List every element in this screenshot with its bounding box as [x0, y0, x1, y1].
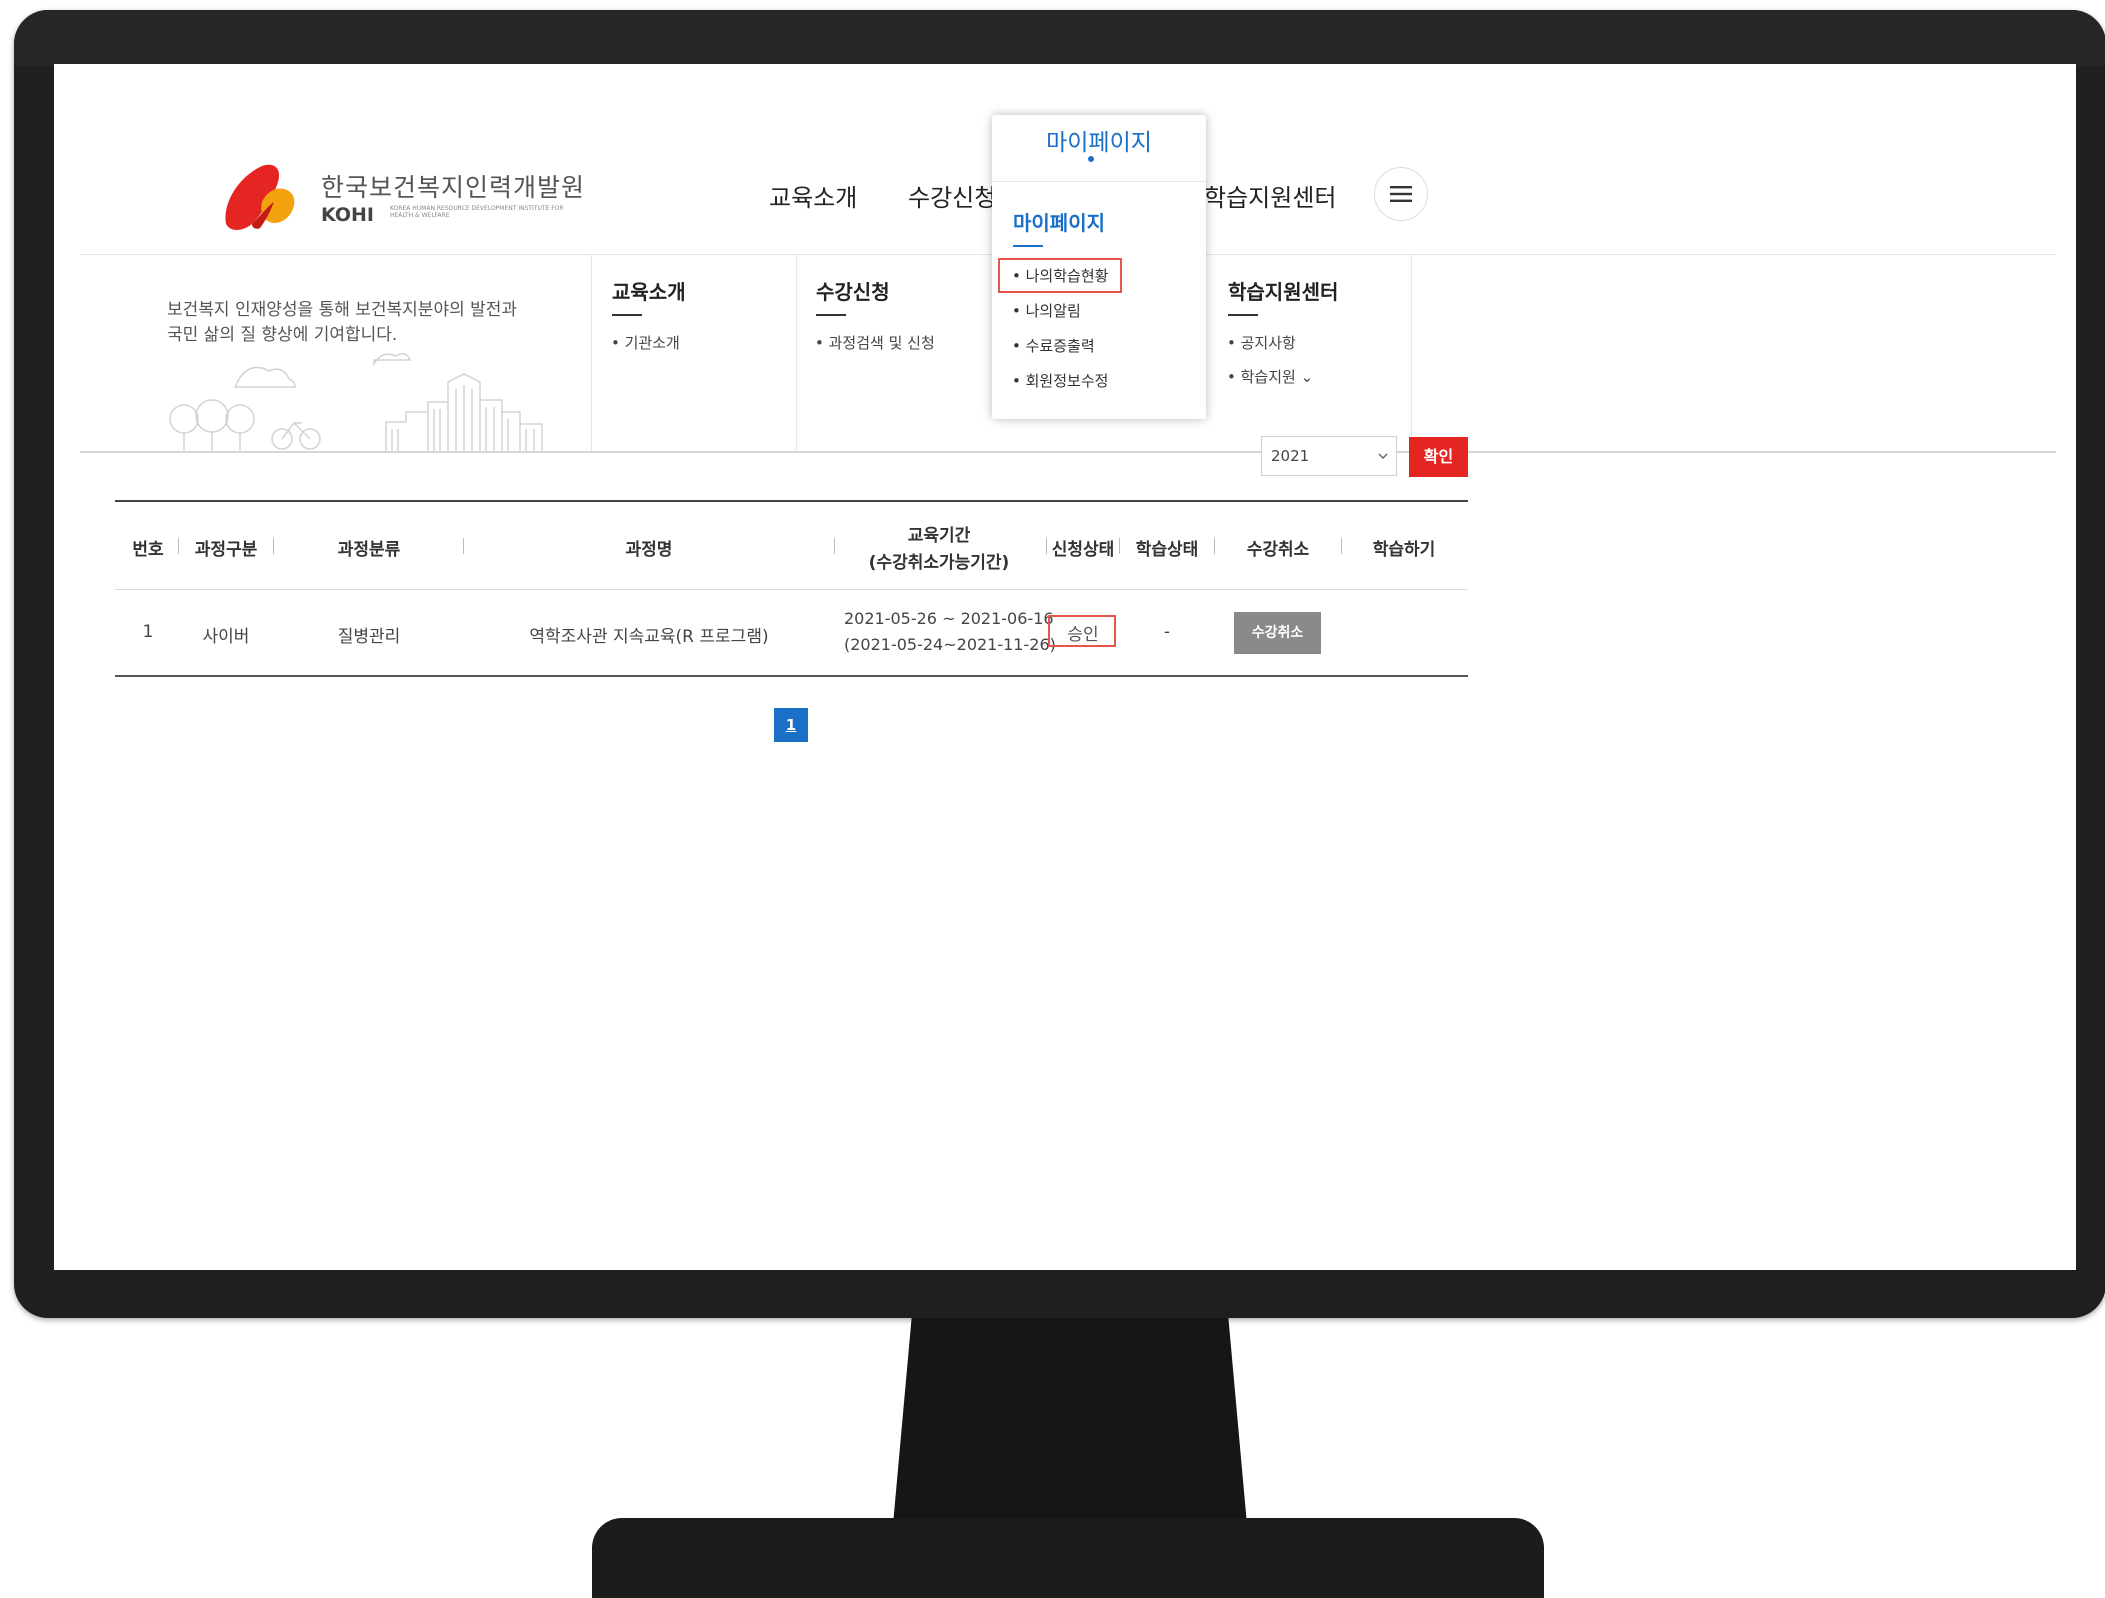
mega-title-registration[interactable]: 수강신청 — [816, 276, 890, 305]
th-start-learning: 학습하기 — [1372, 540, 1436, 560]
table-bottom-border — [115, 675, 1468, 677]
nav-item-education[interactable]: 교육소개 — [769, 178, 857, 213]
table-top-border — [115, 500, 1468, 502]
th-number: 번호 — [132, 540, 164, 560]
th-course-category: 과정분류 — [337, 540, 401, 560]
column-divider — [796, 255, 797, 451]
kohi-logo-icon — [225, 164, 295, 230]
link-certificate-print[interactable]: • 수료증출력 — [1012, 335, 1095, 356]
mypage-tab[interactable]: 마이페이지 — [992, 115, 1206, 182]
status-badge: 승인 — [1067, 625, 1099, 645]
cell-learning-status: - — [1163, 622, 1171, 642]
hamburger-menu-icon — [1390, 186, 1412, 202]
logo-subtitle: KOREA HUMAN RESOURCE DEVELOPMENT INSTITU… — [390, 205, 564, 219]
active-indicator-dot — [1088, 156, 1094, 162]
title-underline — [1228, 314, 1258, 316]
header-separator — [273, 538, 274, 554]
logo-title: 한국보건복지인력개발원 — [321, 173, 586, 202]
link-institution-intro[interactable]: • 기관소개 — [611, 332, 680, 353]
table-header-divider — [115, 589, 1468, 590]
cell-course-name[interactable]: 역학조사관 지속교육(R 프로그램) — [484, 622, 814, 647]
menu-button[interactable] — [1374, 167, 1428, 221]
nav-item-learning-support[interactable]: 학습지원센터 — [1204, 178, 1336, 213]
header-separator — [178, 538, 179, 554]
header-separator — [1046, 538, 1047, 554]
th-cancel: 수강취소 — [1246, 540, 1310, 560]
header-separator — [1119, 538, 1120, 554]
cell-course-type: 사이버 — [202, 627, 250, 647]
monitor-base — [592, 1518, 1544, 1598]
mypage-dropdown: 마이페이지 마이페이지 • 나의학습현황 • 나의알림 • 수료증출력 • 회원… — [992, 115, 1206, 419]
mega-title-education[interactable]: 교육소개 — [612, 276, 686, 305]
link-my-learning-status[interactable]: • 나의학습현황 — [1012, 265, 1108, 286]
year-select[interactable]: 2021 — [1261, 436, 1397, 476]
cell-course-category: 질병관리 — [337, 627, 401, 647]
header-separator — [834, 538, 835, 554]
cancel-enrollment-button[interactable]: 수강취소 — [1234, 612, 1321, 654]
pagination-page[interactable]: 1 — [774, 708, 808, 742]
th-learning-status: 학습상태 — [1135, 540, 1199, 560]
year-value: 2021 — [1271, 447, 1310, 465]
mega-title-mypage[interactable]: 마이페이지 — [1013, 207, 1105, 236]
link-notices[interactable]: • 공지사항 — [1227, 332, 1296, 353]
th-cancel-period: (수강취소가능기간) — [868, 553, 1010, 573]
column-divider — [591, 255, 592, 451]
city-illustration — [169, 353, 543, 452]
nav-item-registration[interactable]: 수강신청 — [908, 178, 996, 213]
monitor-bezel — [14, 10, 2105, 66]
title-underline — [1013, 245, 1043, 247]
site-logo[interactable]: 한국보건복지인력개발원 KOHI KOREA HUMAN RESOURCE DE… — [222, 162, 586, 232]
link-my-notifications[interactable]: • 나의알림 — [1012, 300, 1081, 321]
th-course-name: 과정명 — [625, 540, 673, 560]
cell-cancel-period: (2021-05-24~2021-11-26) — [844, 635, 1056, 654]
mega-title-learning-support[interactable]: 학습지원센터 — [1228, 276, 1338, 305]
cell-number: 1 — [142, 622, 154, 642]
browser-screen: 한국보건복지인력개발원 KOHI KOREA HUMAN RESOURCE DE… — [54, 64, 2076, 1270]
th-education-period: 교육기간 — [907, 526, 971, 546]
logo-acronym: KOHI — [321, 204, 374, 226]
title-underline — [612, 314, 642, 316]
header-separator — [1214, 538, 1215, 554]
link-learning-support[interactable]: • 학습지원 ⌄ — [1227, 366, 1313, 387]
link-course-search[interactable]: • 과정검색 및 신청 — [815, 332, 935, 353]
column-divider — [1411, 255, 1412, 451]
header-separator — [463, 538, 464, 554]
cell-education-period: 2021-05-26 ~ 2021-06-16 — [844, 609, 1054, 628]
link-member-info-edit[interactable]: • 회원정보수정 — [1012, 370, 1108, 391]
title-underline — [816, 314, 846, 316]
chevron-down-icon — [1378, 453, 1388, 459]
th-application-status: 신청상태 — [1051, 540, 1115, 560]
confirm-button[interactable]: 확인 — [1409, 437, 1468, 477]
header-separator — [1341, 538, 1342, 554]
nav-item-mypage[interactable]: 마이페이지 — [992, 123, 1206, 157]
th-course-type: 과정구분 — [194, 540, 258, 560]
